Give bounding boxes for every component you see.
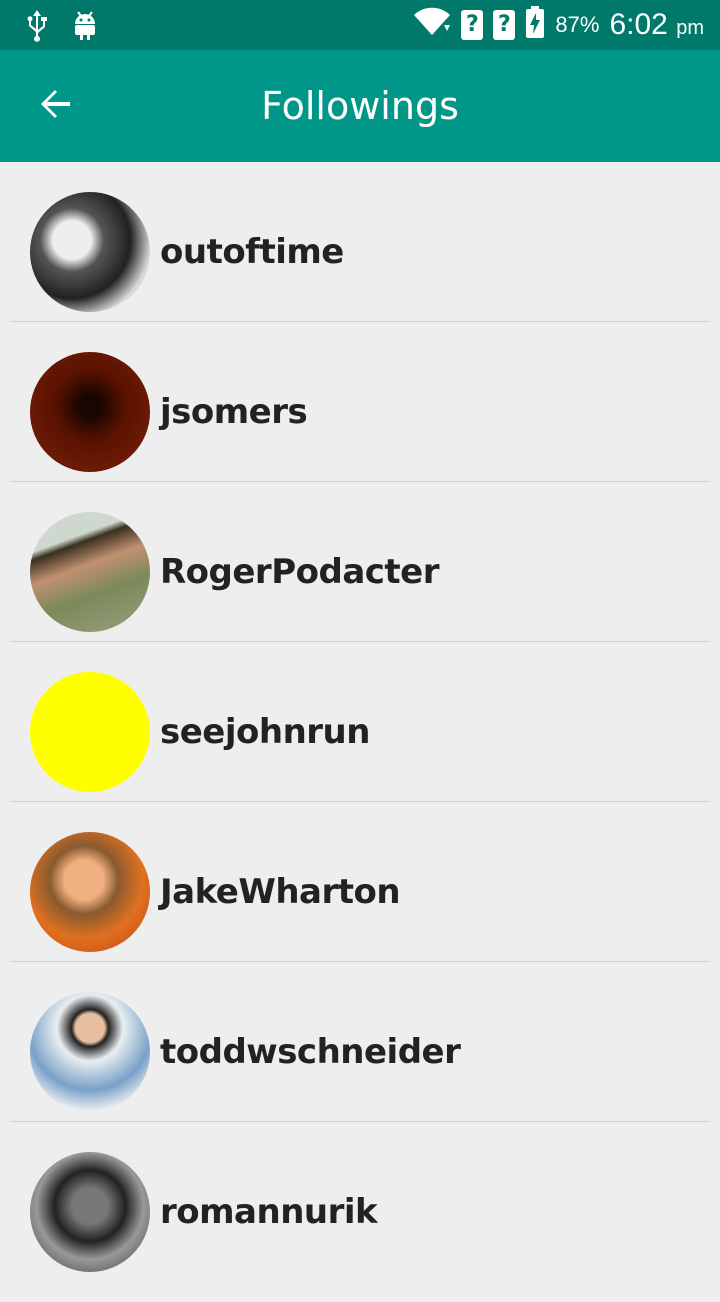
android-icon	[72, 8, 98, 47]
status-bar: ? ? 87% 6:02 pm	[0, 0, 720, 50]
username-label: jsomers	[160, 392, 308, 432]
battery-charging-icon	[525, 6, 545, 43]
clock-time: 6:02	[609, 7, 668, 41]
sim1-unknown-icon: ?	[461, 9, 484, 40]
clock-ampm: pm	[676, 16, 704, 39]
username-label: toddwschneider	[160, 1032, 461, 1072]
usb-icon	[24, 8, 50, 47]
username-label: romannurik	[160, 1192, 378, 1232]
page-title: Followings	[261, 84, 459, 128]
app-bar: Followings	[0, 50, 720, 162]
username-label: JakeWharton	[160, 872, 401, 912]
following-row-rogerpodacter[interactable]: RogerPodacter	[11, 482, 709, 642]
username-label: seejohnrun	[160, 712, 370, 752]
following-row-seejohnrun[interactable]: seejohnrun	[11, 642, 709, 802]
following-row-jakewharton[interactable]: JakeWharton	[11, 802, 709, 962]
username-label: outoftime	[160, 232, 344, 272]
wifi-icon	[413, 7, 451, 42]
followings-list: outoftime jsomers RogerPodacter seejohnr…	[0, 162, 720, 1282]
avatar	[30, 992, 150, 1112]
clock: 6:02 pm	[609, 8, 704, 42]
username-label: RogerPodacter	[160, 552, 440, 592]
avatar	[30, 672, 150, 792]
following-row-toddwschneider[interactable]: toddwschneider	[11, 962, 709, 1122]
following-row-romannurik[interactable]: romannurik	[11, 1122, 709, 1282]
following-row-outoftime[interactable]: outoftime	[11, 162, 709, 322]
battery-percent: 87%	[555, 11, 600, 37]
following-row-jsomers[interactable]: jsomers	[11, 322, 709, 482]
avatar	[30, 512, 150, 632]
avatar	[30, 192, 150, 312]
avatar	[30, 1152, 150, 1272]
avatar	[30, 352, 150, 472]
sim2-unknown-icon: ?	[493, 9, 516, 40]
avatar	[30, 832, 150, 952]
